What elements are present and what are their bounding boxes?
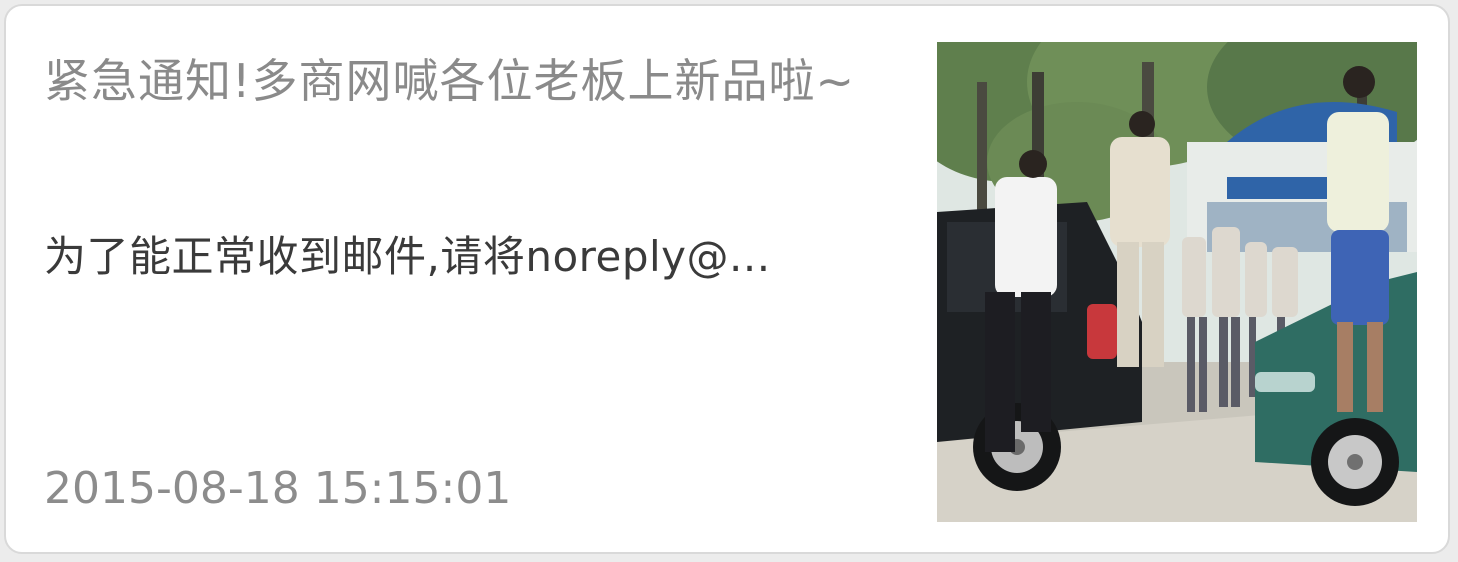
news-card[interactable]: 紧急通知!多商网喊各位老板上新品啦~ 为了能正常收到邮件,请将noreply@.… [4,4,1450,554]
news-title: 紧急通知!多商网喊各位老板上新品啦~ [44,54,855,108]
news-summary: 为了能正常收到邮件,请将noreply@... [44,232,771,281]
news-thumbnail-image[interactable] [937,42,1417,522]
news-timestamp: 2015-08-18 15:15:01 [44,463,512,514]
news-photo-icon [937,42,1417,522]
